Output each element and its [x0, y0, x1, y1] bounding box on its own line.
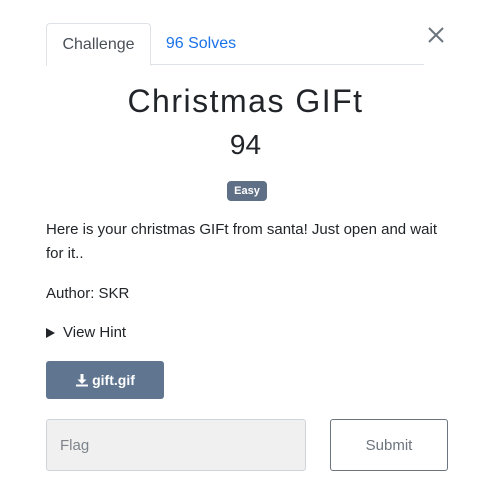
triangle-right-icon — [46, 328, 55, 338]
view-hint-label: View Hint — [63, 324, 127, 341]
challenge-author: Author: SKR — [46, 285, 130, 302]
tab-bar: Challenge 96 Solves — [46, 23, 424, 66]
tab-solves[interactable]: 96 Solves — [163, 23, 239, 65]
download-icon — [76, 374, 89, 387]
challenge-points: 94 — [229, 129, 262, 160]
flag-input[interactable] — [46, 419, 306, 471]
view-hint-toggle[interactable]: View Hint — [46, 321, 126, 345]
difficulty-badge: Easy — [227, 181, 267, 201]
tab-challenge[interactable]: Challenge — [46, 23, 151, 66]
file-name: gift.gif — [92, 372, 135, 388]
challenge-modal: Challenge 96 Solves Christmas GIFt 94 Ea… — [0, 0, 491, 491]
challenge-description: Here is your christmas GIFt from santa! … — [46, 221, 437, 262]
close-icon[interactable] — [423, 22, 449, 48]
submit-button[interactable]: Submit — [330, 419, 448, 471]
challenge-title: Christmas GIFt — [127, 83, 364, 119]
download-file-button[interactable]: gift.gif — [46, 361, 164, 399]
